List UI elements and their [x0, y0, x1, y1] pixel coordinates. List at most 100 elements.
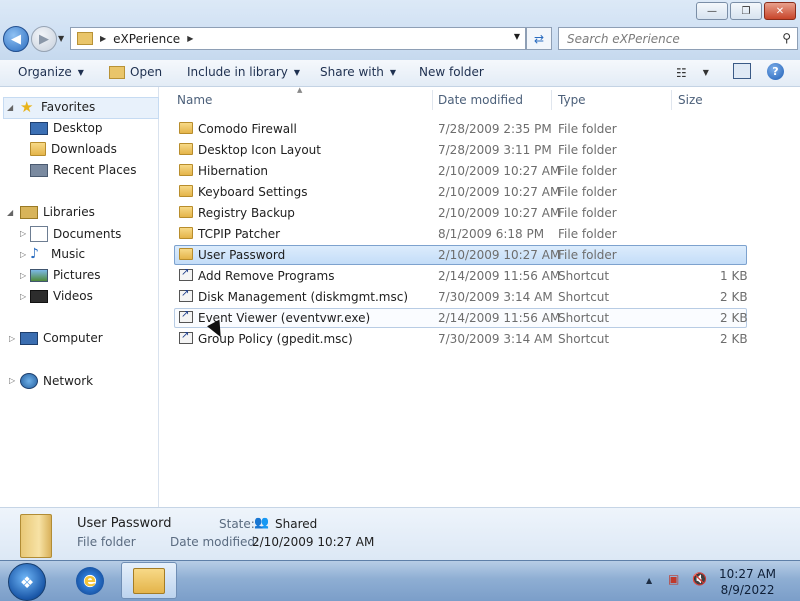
computer-icon: [20, 331, 38, 345]
back-button[interactable]: ◀: [3, 26, 29, 52]
nav-videos[interactable]: Videos: [30, 289, 93, 303]
windows-explorer-icon: [133, 567, 165, 594]
expand-network-icon[interactable]: ▷: [9, 376, 15, 385]
table-row[interactable]: TCPIP Patcher 8/1/2009 6:18 PM File fold…: [174, 224, 747, 244]
details-date-value: 2/10/2009 10:27 AM: [252, 535, 375, 549]
nav-label: Desktop: [53, 121, 103, 135]
nav-pictures[interactable]: Pictures: [30, 268, 101, 282]
close-button[interactable]: ✕: [764, 2, 796, 20]
refresh-icon: ⇄: [533, 31, 545, 46]
organize-button[interactable]: Organize ▼: [18, 65, 84, 79]
recent-pages-dropdown[interactable]: ▼: [58, 34, 64, 43]
breadcrumb-separator-icon[interactable]: ▶: [187, 34, 193, 43]
file-date: 2/10/2009 10:27 AM: [438, 164, 561, 178]
address-bar[interactable]: ▶ eXPerience ▶ ▼: [70, 27, 526, 50]
refresh-button[interactable]: ⇄: [526, 27, 552, 50]
file-name: Keyboard Settings: [198, 185, 308, 199]
column-header-type[interactable]: Type: [558, 93, 586, 107]
show-hidden-icons-icon[interactable]: ▲: [646, 576, 652, 585]
file-type: File folder: [558, 164, 617, 178]
folder-icon: [179, 206, 193, 218]
new-folder-button[interactable]: New folder: [419, 65, 484, 79]
breadcrumb-experience[interactable]: eXPerience: [113, 32, 180, 46]
file-date: 2/10/2009 10:27 AM: [438, 185, 561, 199]
nav-network[interactable]: Network: [20, 373, 93, 389]
videos-icon: [30, 289, 48, 303]
taskbar-internet-explorer[interactable]: e: [62, 562, 118, 599]
expand-libraries-icon[interactable]: ◢: [7, 208, 13, 217]
minimize-button[interactable]: —: [696, 2, 728, 20]
star-icon: ★: [20, 98, 34, 116]
file-size: 2 KB: [720, 290, 748, 304]
folder-icon: [179, 248, 193, 260]
search-icon[interactable]: ⚲: [782, 31, 791, 45]
expand-music-icon[interactable]: ▷: [20, 250, 26, 259]
nav-computer[interactable]: Computer: [20, 331, 103, 345]
network-status-icon[interactable]: ▣: [668, 572, 679, 586]
nav-label: Videos: [53, 289, 93, 303]
help-button[interactable]: ?: [767, 63, 784, 80]
nav-label: Libraries: [43, 205, 95, 219]
recent-places-icon: [30, 163, 48, 177]
shortcut-icon: [179, 330, 193, 344]
nav-recent-places[interactable]: Recent Places: [30, 163, 136, 177]
nav-downloads[interactable]: Downloads: [30, 142, 117, 156]
nav-documents[interactable]: Documents: [30, 226, 121, 242]
nav-music[interactable]: ♪ Music: [30, 247, 85, 261]
address-dropdown-icon[interactable]: ▼: [514, 32, 520, 41]
file-type: Shortcut: [558, 332, 610, 346]
table-row[interactable]: Keyboard Settings 2/10/2009 10:27 AM Fil…: [174, 182, 747, 202]
maximize-button[interactable]: ❐: [730, 2, 762, 20]
file-date: 2/14/2009 11:56 AM: [438, 311, 561, 325]
table-row[interactable]: Registry Backup 2/10/2009 10:27 AM File …: [174, 203, 747, 223]
table-row-selected[interactable]: User Password 2/10/2009 10:27 AM File fo…: [174, 245, 747, 265]
file-date: 7/30/2009 3:14 AM: [438, 332, 553, 346]
search-box[interactable]: ⚲: [558, 27, 798, 50]
table-row[interactable]: Comodo Firewall 7/28/2009 2:35 PM File f…: [174, 119, 747, 139]
desktop-icon: [30, 121, 48, 135]
volume-muted-icon[interactable]: 🔇: [692, 572, 707, 586]
table-row-hover[interactable]: Event Viewer (eventvwr.exe) 2/14/2009 11…: [174, 308, 748, 328]
nav-libraries[interactable]: Libraries: [20, 205, 95, 219]
expand-documents-icon[interactable]: ▷: [20, 229, 26, 238]
breadcrumb-separator-icon[interactable]: ▶: [100, 34, 106, 43]
clock-date: 8/9/2022: [720, 583, 775, 597]
table-row[interactable]: Hibernation 2/10/2009 10:27 AM File fold…: [174, 161, 747, 181]
documents-icon: [30, 226, 48, 242]
system-clock[interactable]: 10:27 AM 8/9/2022: [719, 566, 776, 598]
file-name: Add Remove Programs: [198, 269, 335, 283]
column-divider[interactable]: [551, 90, 552, 110]
expand-computer-icon[interactable]: ▷: [9, 334, 15, 343]
table-row[interactable]: Disk Management (diskmgmt.msc) 7/30/2009…: [174, 287, 748, 307]
start-button[interactable]: ❖: [8, 563, 46, 601]
title-bar: — ❐ ✕ ◀ ▶ ▼ ▶ eXPerience ▶ ▼ ⇄ ⚲: [0, 0, 800, 60]
downloads-folder-icon: [30, 142, 46, 156]
column-header-size[interactable]: Size: [678, 93, 703, 107]
file-type: Shortcut: [558, 311, 610, 325]
nav-favorites[interactable]: ★ Favorites: [20, 98, 95, 116]
preview-pane-button[interactable]: [733, 63, 751, 79]
change-view-button[interactable]: ☷ ▼: [676, 66, 709, 80]
column-divider[interactable]: [432, 90, 433, 110]
expand-videos-icon[interactable]: ▷: [20, 292, 26, 301]
search-input[interactable]: [565, 30, 779, 47]
nav-label: Computer: [43, 331, 103, 345]
nav-desktop[interactable]: Desktop: [30, 121, 103, 135]
file-date: 7/30/2009 3:14 AM: [438, 290, 553, 304]
expand-favorites-icon[interactable]: ◢: [7, 103, 13, 112]
open-button[interactable]: Open: [109, 65, 162, 79]
column-header-date-modified[interactable]: Date modified: [438, 93, 523, 107]
taskbar-windows-explorer[interactable]: [121, 562, 177, 599]
details-name: User Password: [77, 516, 172, 531]
file-type: File folder: [558, 143, 617, 157]
share-with-button[interactable]: Share with ▼: [320, 65, 396, 79]
table-row[interactable]: Add Remove Programs 2/14/2009 11:56 AM S…: [174, 266, 748, 286]
forward-button[interactable]: ▶: [31, 26, 57, 52]
folder-icon: [179, 185, 193, 197]
column-header-name[interactable]: Name: [177, 93, 212, 107]
column-divider[interactable]: [671, 90, 672, 110]
table-row[interactable]: Desktop Icon Layout 7/28/2009 3:11 PM Fi…: [174, 140, 747, 160]
include-in-library-button[interactable]: Include in library ▼: [187, 65, 300, 79]
expand-pictures-icon[interactable]: ▷: [20, 271, 26, 280]
table-row[interactable]: Group Policy (gpedit.msc) 7/30/2009 3:14…: [174, 329, 748, 349]
